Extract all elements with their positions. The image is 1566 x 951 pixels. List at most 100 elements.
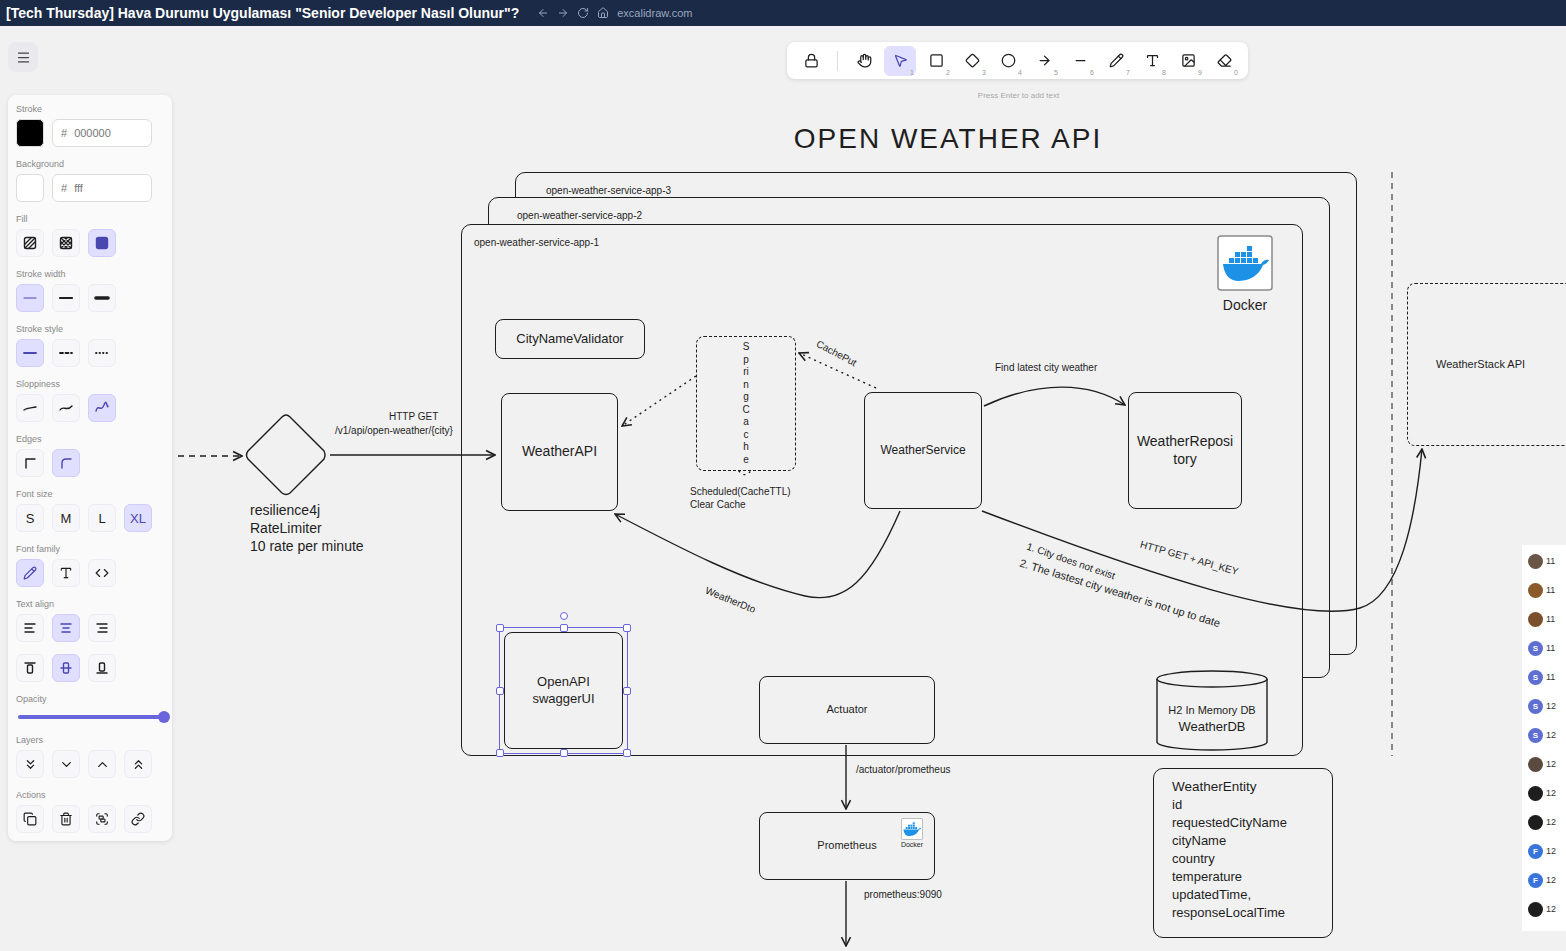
option-button[interactable] [88,559,116,587]
option-button[interactable] [124,805,152,833]
edge-label[interactable]: Scheduled(CacheTTL) [688,486,793,498]
option-button[interactable] [16,284,44,312]
docker-logo[interactable]: Docker [1212,235,1278,313]
diagram-node[interactable]: WeatherService [864,392,982,509]
reload-icon[interactable] [577,7,589,19]
hex-input[interactable]: #fff [52,174,152,202]
edge-arrow[interactable] [984,387,1125,406]
main-menu-button[interactable] [8,42,38,72]
tool-button[interactable] [795,46,827,76]
option-button[interactable] [52,229,80,257]
tool-button[interactable] [848,46,880,76]
edge-label[interactable]: Find latest city weather [993,362,1099,374]
option-button[interactable] [52,284,80,312]
font-size-button[interactable]: XL [124,504,152,532]
diagram-node[interactable]: CityNameValidator [495,319,645,359]
participant-row[interactable]: F12 [1528,870,1566,890]
option-button[interactable] [88,654,116,682]
rate-limiter-text[interactable]: resilience4jRateLimiter10 rate per minut… [250,501,364,555]
rate-limiter-diamond[interactable] [244,413,328,497]
color-swatch[interactable] [16,174,44,202]
opacity-slider[interactable] [18,715,164,719]
tool-button[interactable]: 1 [884,46,916,76]
option-button[interactable] [16,750,44,778]
diagram-title[interactable]: OPEN WEATHER API [768,123,1128,155]
option-button[interactable] [124,750,152,778]
forward-icon[interactable] [557,7,569,19]
diagram-node[interactable]: OpenAPI swaggerUI [504,632,623,749]
resize-handle[interactable] [623,624,631,632]
edge-label[interactable]: prometheus:9090 [862,889,944,901]
diagram-node[interactable]: WeatherRepository [1128,392,1242,509]
option-button[interactable] [88,339,116,367]
diagram-node[interactable]: Spring Cache [696,336,796,471]
resize-handle[interactable] [496,687,504,695]
option-button[interactable] [16,449,44,477]
participant-row[interactable]: 12 [1528,754,1566,774]
resize-handle[interactable] [623,687,631,695]
slider-thumb[interactable] [158,711,170,723]
participant-row[interactable]: 11 [1528,580,1566,600]
tool-button[interactable]: 3 [956,46,988,76]
diagram-node[interactable]: WeatherAPI [501,393,618,511]
participant-row[interactable]: S12 [1528,725,1566,745]
resize-handle[interactable] [560,749,568,757]
tool-button[interactable]: 0 [1208,46,1240,76]
option-button[interactable] [88,750,116,778]
option-button[interactable] [88,284,116,312]
tool-button[interactable]: 6 [1064,46,1096,76]
option-button[interactable] [16,614,44,642]
browser-url[interactable]: excalidraw.com [617,7,692,19]
edge-label[interactable]: HTTP GET [387,411,440,423]
tool-button[interactable]: 9 [1172,46,1204,76]
color-swatch[interactable] [16,119,44,147]
edge-label[interactable]: Clear Cache [688,499,748,511]
diagram-node[interactable]: PrometheusDocker [759,812,935,880]
boundary-line[interactable] [1392,172,1393,756]
back-icon[interactable] [537,7,549,19]
font-size-button[interactable]: S [16,504,44,532]
participant-row[interactable]: 11 [1528,609,1566,629]
participant-row[interactable]: 11 [1528,551,1566,571]
edge-label[interactable]: /v1/api/open-weather/{city} [333,425,455,437]
participant-row[interactable]: F12 [1528,841,1566,861]
option-button[interactable] [16,394,44,422]
option-button[interactable] [88,614,116,642]
tool-button[interactable]: 8 [1136,46,1168,76]
resize-handle[interactable] [623,749,631,757]
resize-handle[interactable] [560,624,568,632]
tool-button[interactable]: 5 [1028,46,1060,76]
font-size-button[interactable]: L [88,504,116,532]
diagram-node[interactable]: WeatherStack API [1407,283,1566,446]
edge-arrow[interactable] [622,376,696,426]
edge-arrow[interactable] [178,455,242,456]
resize-handle[interactable] [496,624,504,632]
tool-button[interactable]: 7 [1100,46,1132,76]
participant-row[interactable]: S12 [1528,696,1566,716]
option-button[interactable] [88,229,116,257]
database-node[interactable]: H2 In Memory DBWeatherDB [1155,670,1269,752]
option-button[interactable] [16,229,44,257]
option-button[interactable] [52,339,80,367]
option-button[interactable] [16,559,44,587]
resize-handle[interactable] [496,749,504,757]
option-button[interactable] [52,750,80,778]
participant-row[interactable]: 12 [1528,812,1566,832]
option-button[interactable] [16,654,44,682]
option-button[interactable] [52,559,80,587]
diagram-node[interactable]: Actuator [759,676,935,744]
option-button[interactable] [16,805,44,833]
rotate-handle[interactable] [560,612,568,620]
option-button[interactable] [52,394,80,422]
entity-card[interactable]: WeatherEntityidrequestedCityNamecityName… [1153,768,1333,938]
edge-label[interactable]: /actuator/prometheus [854,764,953,776]
edge-arrow[interactable] [845,745,846,809]
participant-row[interactable]: 12 [1528,899,1566,919]
option-button[interactable] [52,654,80,682]
option-button[interactable] [16,339,44,367]
option-button[interactable] [88,805,116,833]
drawing-canvas[interactable]: OPEN WEATHER APIopen-weather-service-app… [0,0,1566,951]
font-size-button[interactable]: M [52,504,80,532]
hex-input[interactable]: #000000 [52,119,152,147]
option-button[interactable] [52,614,80,642]
